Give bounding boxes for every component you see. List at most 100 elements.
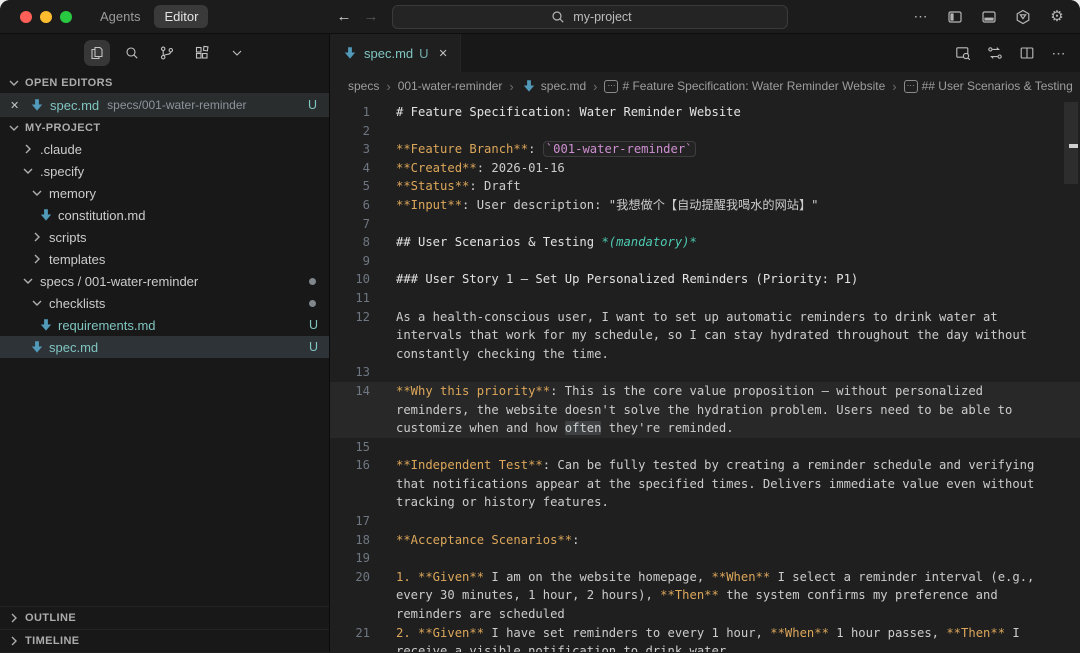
search-value: my-project: [573, 10, 631, 24]
copilot-icon[interactable]: [1014, 8, 1032, 26]
line-content: **Feature Branch**: `001-water-reminder`: [396, 140, 1049, 159]
breadcrumb-item[interactable]: ⋯# Feature Specification: Water Reminder…: [604, 79, 885, 93]
editor-line-19[interactable]: 19: [330, 549, 1080, 568]
timeline-section[interactable]: TIMELINE: [0, 630, 329, 652]
vscode-window: Agents Editor ← → my-project ⋯⚙ OPEN EDI…: [0, 0, 1080, 653]
explorer-files-icon[interactable]: [84, 40, 110, 66]
breadcrumb-item[interactable]: specs: [348, 79, 379, 93]
close-window-button[interactable]: [20, 11, 32, 23]
line-number: 4: [330, 159, 370, 178]
source-control-icon[interactable]: [154, 40, 180, 66]
breadcrumb-item[interactable]: 001-water-reminder: [398, 79, 503, 93]
tree-item-constitution.md[interactable]: constitution.md: [0, 204, 329, 226]
editor-line-13[interactable]: 13: [330, 363, 1080, 382]
tree-item-.specify[interactable]: .specify: [0, 160, 329, 182]
tree-item-.claude[interactable]: .claude: [0, 138, 329, 160]
settings-gear-icon[interactable]: ⚙: [1048, 8, 1066, 26]
tree-item-label: checklists: [49, 296, 105, 311]
more-actions-icon[interactable]: ⋯: [1050, 44, 1068, 62]
editor-line-7[interactable]: 7: [330, 215, 1080, 234]
editor-line-9[interactable]: 9: [330, 252, 1080, 271]
git-status-badge: U: [308, 98, 317, 112]
layout-sidebar-icon[interactable]: [946, 8, 964, 26]
line-content: **Acceptance Scenarios**:: [396, 531, 1049, 550]
breadcrumb-label: spec.md: [541, 79, 586, 93]
open-preview-icon[interactable]: [954, 44, 972, 62]
breadcrumb-label: 001-water-reminder: [398, 79, 503, 93]
line-content: [396, 438, 1049, 457]
editor-line-5[interactable]: 5**Status**: Draft: [330, 177, 1080, 196]
tree-item-requirements.md[interactable]: requirements.mdU: [0, 314, 329, 336]
chevron-right-icon: [20, 141, 36, 157]
editor-line-17[interactable]: 17: [330, 512, 1080, 531]
editor-line-14[interactable]: 14**Why this priority**: This is the cor…: [330, 382, 1080, 438]
editor-line-10[interactable]: 10### User Story 1 – Set Up Personalized…: [330, 270, 1080, 289]
line-number: 13: [330, 363, 370, 382]
line-number: 8: [330, 233, 370, 252]
minimize-window-button[interactable]: [40, 11, 52, 23]
tree-item-spec.md[interactable]: spec.mdU: [0, 336, 329, 358]
tree-item-templates[interactable]: templates: [0, 248, 329, 270]
editor-line-6[interactable]: 6**Input**: User description: "我想做个【自动提醒…: [330, 196, 1080, 215]
symbol-icon: ⋯: [604, 80, 618, 93]
line-content: # Feature Specification: Water Reminder …: [396, 103, 1049, 122]
editor-line-18[interactable]: 18**Acceptance Scenarios**:: [330, 531, 1080, 550]
open-editor-item[interactable]: ✕ spec.md specs/001-water-reminder U: [0, 93, 329, 117]
zoom-window-button[interactable]: [60, 11, 72, 23]
editor-line-2[interactable]: 2: [330, 122, 1080, 141]
git-status-badge: U: [309, 318, 318, 332]
tab-agents[interactable]: Agents: [90, 5, 150, 28]
editor-actions: ⋯: [954, 34, 1068, 72]
breadcrumb: specs›001-water-reminder›spec.md›⋯# Feat…: [330, 72, 1080, 100]
line-number: 5: [330, 177, 370, 196]
editor-line-20[interactable]: 201. **Given** I am on the website homep…: [330, 568, 1080, 624]
tree-item-specs-001-water-reminder[interactable]: specs / 001-water-reminder: [0, 270, 329, 292]
editor-line-16[interactable]: 16**Independent Test**: Can be fully tes…: [330, 456, 1080, 512]
tab-editor[interactable]: Editor: [154, 5, 208, 28]
chevron-down-icon[interactable]: [224, 40, 250, 66]
tree-item-scripts[interactable]: scripts: [0, 226, 329, 248]
editor-line-3[interactable]: 3**Feature Branch**: `001-water-reminder…: [330, 140, 1080, 159]
mode-switcher: Agents Editor: [90, 5, 208, 28]
editor-line-12[interactable]: 12As a health-conscious user, I want to …: [330, 308, 1080, 364]
outline-section[interactable]: OUTLINE: [0, 607, 329, 629]
more-ellipsis-icon[interactable]: ⋯: [912, 8, 930, 26]
editor-line-15[interactable]: 15: [330, 438, 1080, 457]
scrollbar[interactable]: [1064, 102, 1078, 184]
markdown-file-icon: [342, 45, 358, 61]
tree-item-memory[interactable]: memory: [0, 182, 329, 204]
line-number: 2: [330, 122, 370, 141]
editor-line-11[interactable]: 11: [330, 289, 1080, 308]
line-content: 1. **Given** I am on the website homepag…: [396, 568, 1049, 624]
open-editors-header[interactable]: OPEN EDITORS: [0, 72, 329, 93]
nav-back-icon[interactable]: ←: [336, 8, 351, 25]
command-center-search[interactable]: my-project: [392, 5, 788, 29]
tree-item-label: .specify: [40, 164, 84, 179]
editor-group: spec.md U ✕ ⋯ specs›001-water-reminder›s…: [330, 34, 1080, 652]
line-number: 10: [330, 270, 370, 289]
breadcrumb-separator-icon: ›: [509, 79, 513, 94]
code-editor[interactable]: 1# Feature Specification: Water Reminder…: [330, 100, 1080, 652]
tree-item-label: constitution.md: [58, 208, 145, 223]
tab-git-badge: U: [419, 46, 428, 61]
project-header[interactable]: MY-PROJECT: [0, 117, 329, 138]
editor-line-1[interactable]: 1# Feature Specification: Water Reminder…: [330, 103, 1080, 122]
chevron-down-icon: [20, 273, 36, 289]
editor-line-8[interactable]: 8## User Scenarios & Testing *(mandatory…: [330, 233, 1080, 252]
editor-line-4[interactable]: 4**Created**: 2026-01-16: [330, 159, 1080, 178]
split-editor-icon[interactable]: [1018, 44, 1036, 62]
search-icon[interactable]: [119, 40, 145, 66]
open-changes-icon[interactable]: [986, 44, 1004, 62]
extensions-icon[interactable]: [189, 40, 215, 66]
line-number: 6: [330, 196, 370, 215]
breadcrumb-item[interactable]: ⋯## User Scenarios & Testing: [904, 79, 1073, 93]
line-content: [396, 363, 1049, 382]
tab-spec-md[interactable]: spec.md U ✕: [330, 34, 461, 72]
editor-line-21[interactable]: 212. **Given** I have set reminders to e…: [330, 624, 1080, 652]
tree-item-checklists[interactable]: checklists: [0, 292, 329, 314]
close-icon[interactable]: ✕: [10, 99, 24, 112]
breadcrumb-item[interactable]: spec.md: [521, 78, 586, 94]
layout-panel-icon[interactable]: [980, 8, 998, 26]
line-content: [396, 252, 1049, 271]
close-icon[interactable]: ✕: [439, 47, 448, 60]
